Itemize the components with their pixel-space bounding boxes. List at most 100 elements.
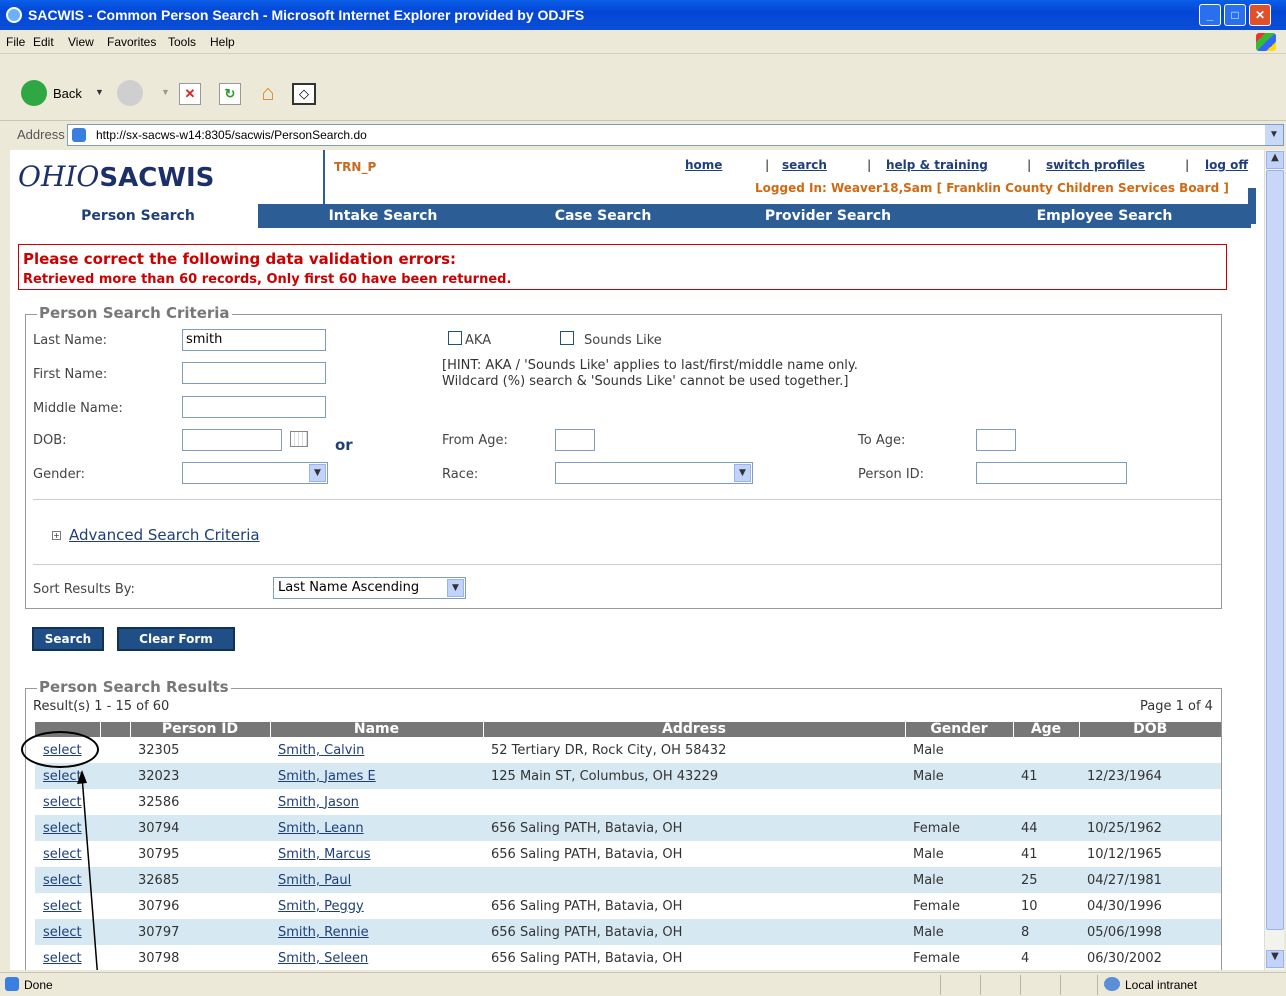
- scroll-thumb[interactable]: [1266, 170, 1284, 930]
- vertical-scrollbar[interactable]: ▲ ▼: [1264, 150, 1284, 970]
- security-zone: Local intranet: [1125, 978, 1198, 992]
- clear-form-button[interactable]: Clear Form: [117, 627, 235, 651]
- dob-cell: 04/30/1996: [1087, 898, 1162, 914]
- tab-employee-search[interactable]: Employee Search: [958, 204, 1251, 228]
- person-name-link[interactable]: Smith, Jason: [278, 795, 359, 810]
- sounds-like-checkbox[interactable]: [560, 331, 574, 345]
- address-cell: 656 Saling PATH, Batavia, OH: [491, 898, 683, 914]
- scroll-up-icon[interactable]: ▲: [1266, 151, 1284, 169]
- sounds-like-label: Sounds Like: [584, 333, 662, 348]
- tab-person-search[interactable]: Person Search: [18, 204, 258, 228]
- last-name-input[interactable]: smith: [182, 329, 326, 351]
- column-header-dob[interactable]: DOB: [1079, 722, 1221, 737]
- search-button[interactable]: Search: [32, 627, 104, 651]
- column-header-name[interactable]: Name: [270, 722, 484, 737]
- menu-tools[interactable]: Tools: [168, 35, 196, 49]
- person-name-link[interactable]: Smith, James E: [278, 769, 376, 784]
- column-header-person-id[interactable]: Person ID: [130, 722, 271, 737]
- person-name-link[interactable]: Smith, Calvin: [278, 743, 364, 758]
- error-title: Please correct the following data valida…: [23, 250, 457, 268]
- column-header-address[interactable]: Address: [483, 722, 906, 737]
- calendar-icon[interactable]: [290, 431, 308, 447]
- person-name-link[interactable]: Smith, Rennie: [278, 925, 369, 940]
- logo-sacwis: SACWIS: [99, 163, 215, 193]
- sort-value: Last Name Ascending: [278, 580, 420, 595]
- advanced-search-toggle[interactable]: + Advanced Search Criteria: [52, 526, 260, 544]
- home-link[interactable]: home: [685, 158, 722, 172]
- dob-input[interactable]: [182, 429, 282, 451]
- status-bar: Done Local intranet: [0, 972, 1286, 996]
- person-name-link[interactable]: Smith, Leann: [278, 821, 364, 836]
- age-cell: [1013, 737, 1079, 763]
- sort-select[interactable]: Last Name Ascending ▼: [273, 577, 466, 599]
- person-name-link[interactable]: Smith, Paul: [278, 873, 351, 888]
- first-name-input[interactable]: [182, 362, 326, 384]
- aka-checkbox[interactable]: [448, 331, 462, 345]
- address-cell: [483, 867, 905, 893]
- address-cell: 52 Tertiary DR, Rock City, OH 58432: [491, 742, 727, 758]
- forward-icon[interactable]: [117, 80, 143, 106]
- back-label[interactable]: Back: [53, 86, 82, 101]
- gender-cell: Male: [905, 867, 1013, 893]
- person-id-input[interactable]: [976, 462, 1127, 484]
- table-row: select 32586 Smith, Jason: [35, 789, 1221, 815]
- middle-name-label: Middle Name:: [33, 401, 123, 416]
- from-age-input[interactable]: [555, 429, 595, 451]
- scroll-down-icon[interactable]: ▼: [1266, 950, 1284, 968]
- menu-file[interactable]: File: [6, 35, 25, 49]
- environment-label: TRN_P: [334, 160, 377, 174]
- home-icon[interactable]: ⌂: [255, 82, 281, 106]
- help-training-link[interactable]: help & training: [886, 158, 988, 172]
- tab-provider-search[interactable]: Provider Search: [698, 204, 958, 228]
- column-header-gender[interactable]: Gender: [905, 722, 1014, 737]
- person-name-link[interactable]: Smith, Seleen: [278, 951, 368, 966]
- divider: [33, 499, 1221, 500]
- column-header-age[interactable]: Age: [1013, 722, 1080, 737]
- tab-case-search[interactable]: Case Search: [508, 204, 698, 228]
- maximize-button[interactable]: □: [1224, 4, 1246, 26]
- switch-profiles-link[interactable]: switch profiles: [1046, 158, 1145, 172]
- stop-icon[interactable]: ✕: [179, 83, 201, 105]
- refresh-icon[interactable]: ↻: [219, 83, 241, 105]
- chevron-down-icon: ▼: [447, 579, 464, 597]
- menu-help[interactable]: Help: [210, 35, 235, 49]
- to-age-input[interactable]: [976, 429, 1016, 451]
- gender-cell: Male: [905, 919, 1013, 945]
- windows-logo-icon: [1256, 33, 1276, 51]
- gender-cell: Male: [913, 742, 944, 758]
- menu-favorites[interactable]: Favorites: [107, 35, 156, 49]
- header-divider: [323, 150, 325, 204]
- person-name-link[interactable]: Smith, Peggy: [278, 899, 364, 914]
- race-select[interactable]: ▼: [555, 462, 753, 484]
- menu-edit[interactable]: Edit: [33, 35, 54, 49]
- minimize-button[interactable]: _: [1199, 4, 1221, 26]
- middle-name-input[interactable]: [182, 396, 326, 418]
- search-link[interactable]: search: [782, 158, 827, 172]
- back-icon[interactable]: [21, 80, 47, 106]
- to-age-label: To Age:: [858, 433, 906, 448]
- gender-cell: Female: [905, 815, 1013, 841]
- gender-select[interactable]: ▼: [182, 462, 328, 484]
- tab-intake-search[interactable]: Intake Search: [258, 204, 508, 228]
- column-header: [100, 722, 131, 737]
- expand-icon[interactable]: +: [52, 531, 61, 540]
- menu-view[interactable]: View: [68, 35, 94, 49]
- forward-dropdown-icon[interactable]: ▼: [161, 87, 170, 97]
- close-button[interactable]: ✕: [1249, 4, 1271, 26]
- page-icon: [72, 128, 86, 142]
- log-off-link[interactable]: log off: [1205, 158, 1248, 172]
- link-separator: |: [867, 158, 872, 172]
- person-name-link[interactable]: Smith, Marcus: [278, 847, 371, 862]
- aka-label: AKA: [465, 333, 492, 348]
- address-url[interactable]: http://sx-sacws-w14:8305/sacwis/PersonSe…: [96, 128, 367, 142]
- gender-cell: [905, 789, 1013, 815]
- advanced-search-link[interactable]: Advanced Search Criteria: [69, 526, 260, 544]
- media-icon[interactable]: ◇: [292, 83, 316, 105]
- status-text: Done: [24, 978, 53, 992]
- back-dropdown-icon[interactable]: ▼: [95, 87, 104, 97]
- status-separator: [980, 975, 981, 995]
- status-separator: [1097, 975, 1098, 995]
- address-dropdown-icon[interactable]: ▼: [1265, 125, 1283, 145]
- address-field[interactable]: http://sx-sacws-w14:8305/sacwis/PersonSe…: [67, 124, 1284, 146]
- status-separator: [940, 975, 941, 995]
